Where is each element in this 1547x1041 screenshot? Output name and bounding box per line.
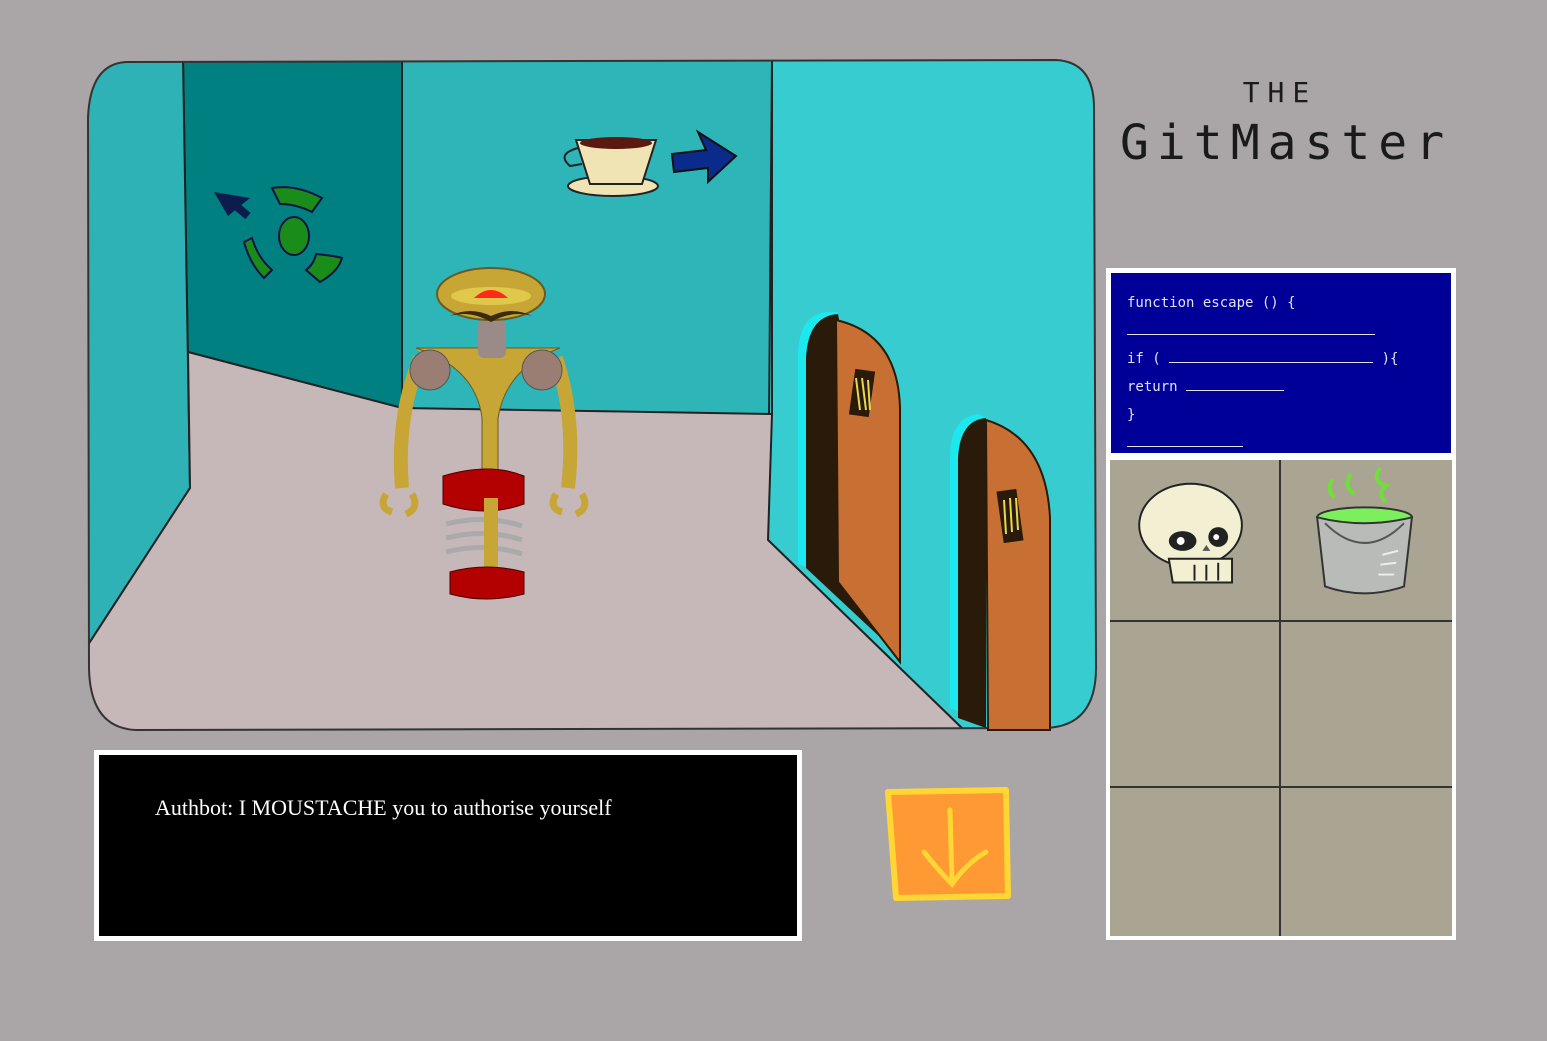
code-line: function escape () { (1127, 289, 1435, 317)
inventory-slot[interactable] (1110, 788, 1281, 936)
door-icon[interactable] (950, 414, 1051, 731)
title-main: GitMaster (1120, 115, 1453, 171)
code-text: ){ (1381, 351, 1399, 367)
slime-bucket-icon[interactable] (1281, 460, 1452, 620)
code-blank-line[interactable] (1127, 429, 1435, 457)
inventory-slot[interactable] (1281, 622, 1452, 788)
code-panel: function escape () { if ( ){ return } (1106, 268, 1456, 458)
game-title: THE GitMaster (1120, 76, 1453, 171)
code-text: if ( (1127, 351, 1161, 367)
code-blank[interactable] (1127, 320, 1375, 335)
inventory-slot[interactable] (1110, 460, 1281, 622)
code-text: } (1127, 407, 1136, 423)
down-arrow-icon[interactable] (884, 786, 1014, 904)
title-prefix: THE (1242, 76, 1318, 109)
game-scene[interactable] (86, 58, 1098, 732)
inventory-grid (1106, 456, 1456, 940)
code-line: } (1127, 401, 1435, 429)
code-line: if ( ){ (1127, 345, 1435, 373)
code-blank[interactable] (1127, 432, 1243, 447)
inventory-slot[interactable] (1281, 788, 1452, 936)
code-blank[interactable] (1186, 376, 1285, 391)
code-blank-line[interactable] (1127, 317, 1435, 345)
dialog-box: Authbot: I MOUSTACHE you to authorise yo… (94, 750, 802, 941)
dialog-text: Authbot: I MOUSTACHE you to authorise yo… (155, 795, 612, 820)
skull-icon[interactable] (1110, 460, 1279, 620)
inventory-slot[interactable] (1281, 460, 1452, 622)
code-text: return (1127, 379, 1178, 395)
code-line: return (1127, 373, 1435, 401)
inventory-slot[interactable] (1110, 622, 1281, 788)
next-dialog-button[interactable] (884, 786, 1014, 904)
code-text: function escape () { (1127, 295, 1296, 311)
code-blank[interactable] (1169, 348, 1374, 363)
